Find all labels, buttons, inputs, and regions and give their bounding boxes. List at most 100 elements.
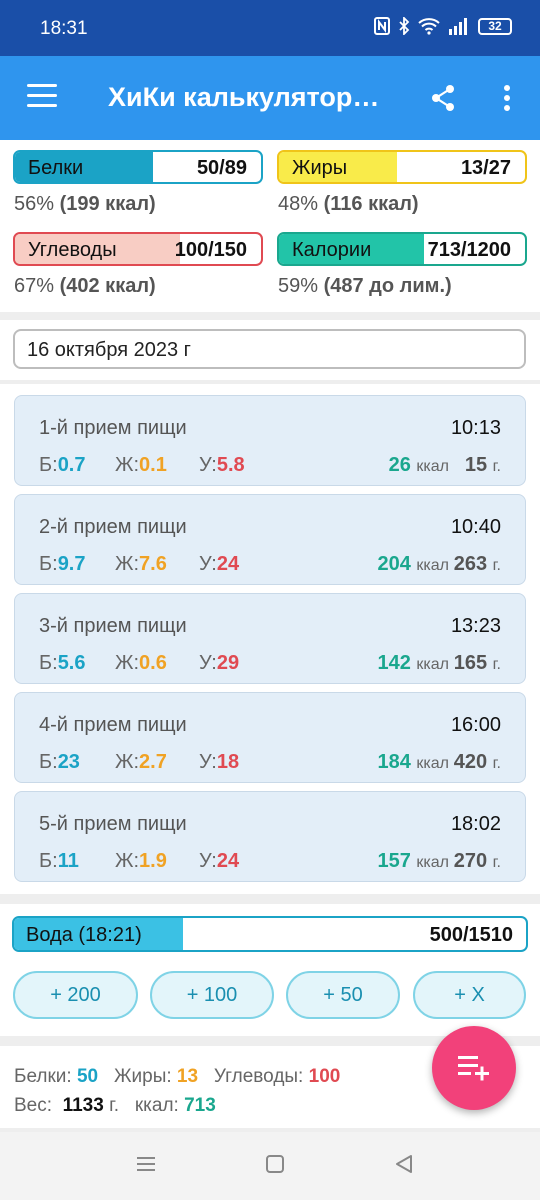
- carbs-kcal: (402 ккал): [59, 275, 156, 297]
- carbs-sub: 67% (402 ккал): [14, 275, 156, 298]
- meal-kcal: 184 ккал: [377, 751, 449, 773]
- water-progress: Вода (18:21) 500/1510: [12, 916, 528, 952]
- meal-fat: Ж:1.9: [115, 850, 167, 872]
- totals-weight-kcal: Вес: 1133 г. ккал: 713: [14, 1095, 216, 1117]
- meal-grams: 270 г.: [453, 850, 501, 872]
- date-card: 16 октября 2023 г: [0, 320, 540, 380]
- protein-value: 50/89: [196, 157, 247, 179]
- meal-time: 10:40: [450, 516, 501, 538]
- meal-fat: Ж:0.6: [115, 652, 167, 674]
- total-fat: 13: [176, 1066, 199, 1087]
- calories-sub: 59% (487 до лим.): [278, 275, 452, 298]
- system-nav-bar: [0, 1132, 540, 1200]
- meal-protein: Б:23: [39, 751, 80, 773]
- calories-label: Калории: [292, 239, 372, 261]
- meal-kcal: 157 ккал: [377, 850, 449, 872]
- add-water-custom-button[interactable]: + X: [413, 971, 526, 1019]
- meal-protein: Б:5.6: [39, 652, 86, 674]
- meal-item[interactable]: 1-й прием пищи 10:13 Б:0.7 Ж:0.1 У:5.8 2…: [14, 395, 526, 486]
- protein-sub: 56% (199 ккал): [14, 193, 156, 216]
- bluetooth-icon: [399, 17, 410, 35]
- playlist-add-icon: [458, 1056, 489, 1081]
- fat-label: Жиры: [292, 157, 348, 179]
- meal-fat: Ж:0.1: [115, 454, 167, 476]
- totals-macros: Белки: 50 Жиры: 13 Углеводы: 100: [14, 1066, 340, 1088]
- meal-time: 18:02: [450, 813, 501, 835]
- status-bar: 18:31 32: [0, 0, 540, 56]
- meal-time: 10:13: [450, 417, 501, 439]
- app-title: ХиКи калькулятор…: [108, 82, 380, 112]
- carbs-progress: Углеводы 100/150: [13, 232, 263, 266]
- calories-value: 713/1200: [427, 239, 511, 261]
- water-label: Вода (18:21): [26, 924, 142, 946]
- meal-carbs: У:29: [199, 652, 240, 674]
- fat-kcal: (116 ккал): [323, 193, 419, 215]
- meal-item[interactable]: 4-й прием пищи 16:00 Б:23 Ж:2.7 У:18 184…: [14, 692, 526, 783]
- total-weight: 1133: [62, 1095, 104, 1116]
- carbs-label: Углеводы: [28, 239, 117, 261]
- total-kcal: 713: [184, 1095, 216, 1116]
- add-water-50-button[interactable]: + 50: [286, 971, 400, 1019]
- meal-grams: 165 г.: [453, 652, 501, 674]
- meal-name: 1-й прием пищи: [39, 417, 187, 439]
- status-time: 18:31: [40, 18, 88, 39]
- meal-name: 3-й прием пищи: [39, 615, 187, 637]
- add-meal-fab[interactable]: [432, 1026, 516, 1110]
- meals-list: 1-й прием пищи 10:13 Б:0.7 Ж:0.1 У:5.8 2…: [0, 384, 540, 894]
- meal-carbs: У:24: [199, 553, 240, 575]
- water-card: Вода (18:21) 500/1510 + 200 + 100 + 50 +…: [0, 904, 540, 1036]
- meal-time: 16:00: [450, 714, 501, 736]
- meal-grams: 15 г.: [464, 454, 501, 476]
- meal-item[interactable]: 3-й прием пищи 13:23 Б:5.6 Ж:0.6 У:29 14…: [14, 593, 526, 684]
- fat-sub: 48% (116 ккал): [278, 193, 419, 216]
- total-protein-label: Белки:: [14, 1066, 72, 1087]
- wifi-icon: [418, 18, 440, 35]
- macro-summary-card: Белки 50/89 56% (199 ккал) Жиры 13/27 48…: [0, 140, 540, 312]
- back-icon[interactable]: [394, 1154, 414, 1174]
- protein-label: Белки: [28, 157, 84, 179]
- carbs-percent: 67%: [14, 275, 60, 297]
- meal-fat: Ж:2.7: [115, 751, 167, 773]
- carbs-value: 100/150: [174, 239, 247, 261]
- calories-percent: 59%: [278, 275, 324, 297]
- meal-fat: Ж:7.6: [115, 553, 167, 575]
- total-weight-unit: г.: [109, 1095, 119, 1116]
- total-protein: 50: [76, 1066, 99, 1087]
- meal-carbs: У:18: [199, 751, 240, 773]
- add-water-200-button[interactable]: + 200: [13, 971, 138, 1019]
- battery-icon: 32: [478, 17, 512, 35]
- meal-carbs: У:5.8: [199, 454, 245, 476]
- meal-grams: 420 г.: [453, 751, 501, 773]
- water-value: 500/1510: [429, 924, 513, 946]
- status-icons: 32: [374, 17, 512, 35]
- protein-kcal: (199 ккал): [59, 193, 156, 215]
- recents-icon[interactable]: [136, 1154, 156, 1174]
- protein-progress: Белки 50/89: [13, 150, 263, 184]
- menu-icon[interactable]: [27, 84, 57, 108]
- meal-item[interactable]: 5-й прием пищи 18:02 Б:11 Ж:1.9 У:24 157…: [14, 791, 526, 882]
- total-kcal-label: ккал:: [134, 1095, 179, 1116]
- meal-carbs: У:24: [199, 850, 240, 872]
- more-vert-icon[interactable]: [500, 84, 514, 112]
- fat-value: 13/27: [460, 157, 511, 179]
- nfc-icon: [374, 17, 390, 35]
- add-water-100-button[interactable]: + 100: [150, 971, 274, 1019]
- date-field[interactable]: 16 октября 2023 г: [13, 329, 526, 369]
- meal-kcal: 204 ккал: [377, 553, 449, 575]
- home-icon[interactable]: [265, 1154, 285, 1174]
- meal-name: 5-й прием пищи: [39, 813, 187, 835]
- share-icon[interactable]: [430, 84, 456, 112]
- meal-grams: 263 г.: [453, 553, 501, 575]
- meal-name: 4-й прием пищи: [39, 714, 187, 736]
- calories-progress: Калории 713/1200: [277, 232, 527, 266]
- total-weight-label: Вес:: [14, 1095, 53, 1116]
- calories-remaining: (487 до лим.): [323, 275, 452, 297]
- fat-progress: Жиры 13/27: [277, 150, 527, 184]
- total-carbs: 100: [308, 1066, 341, 1087]
- protein-percent: 56%: [14, 193, 60, 215]
- meal-kcal: 26 ккал: [388, 454, 449, 476]
- meal-item[interactable]: 2-й прием пищи 10:40 Б:9.7 Ж:7.6 У:24 20…: [14, 494, 526, 585]
- fat-percent: 48%: [278, 193, 324, 215]
- app-bar: ХиКи калькулятор…: [0, 56, 540, 140]
- total-carbs-label: Углеводы:: [213, 1066, 304, 1087]
